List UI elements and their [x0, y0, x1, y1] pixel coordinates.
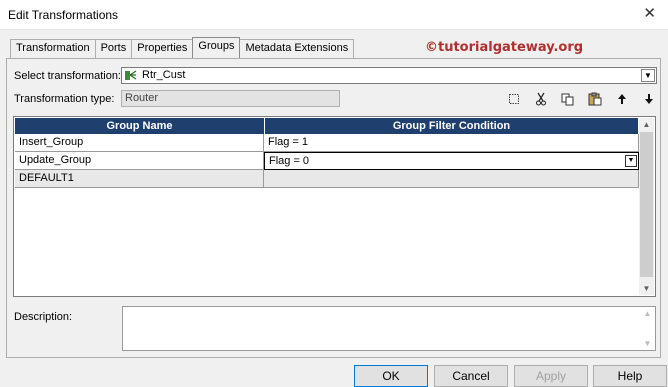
chevron-down-icon[interactable]: ▼	[641, 69, 655, 82]
scroll-up-icon[interactable]: ▲	[639, 118, 654, 131]
grid-scrollbar[interactable]: ▲ ▼	[639, 118, 654, 295]
groups-grid: Group Name Group Filter Condition Insert…	[13, 116, 656, 297]
description-label: Description:	[14, 311, 73, 323]
cancel-button[interactable]: Cancel	[434, 365, 508, 387]
group-name-cell[interactable]: Insert_Group	[15, 134, 264, 152]
table-row[interactable]: DEFAULT1	[15, 170, 639, 188]
group-filter-cell[interactable]: Flag = 0 ▼	[264, 152, 639, 170]
table-row[interactable]: Insert_Group Flag = 1	[15, 134, 639, 152]
scroll-up-icon[interactable]: ▲	[640, 309, 655, 318]
router-icon	[125, 70, 137, 80]
help-button[interactable]: Help	[593, 365, 667, 387]
grid-header: Group Name Group Filter Condition	[15, 118, 639, 134]
group-filter-cell[interactable]: Flag = 1	[264, 134, 639, 152]
transformation-type-label: Transformation type:	[14, 93, 115, 105]
group-filter-cell	[264, 170, 639, 188]
scroll-thumb[interactable]	[640, 132, 653, 277]
scroll-down-icon[interactable]: ▼	[639, 282, 654, 295]
tab-strip: Transformation Ports Properties Groups M…	[10, 37, 355, 58]
title-bar: Edit Transformations ✕	[0, 0, 668, 30]
paste-icon[interactable]	[581, 91, 608, 107]
select-transformation-dropdown[interactable]: Rtr_Cust ▼	[121, 67, 657, 84]
expression-editor-icon[interactable]: ▼	[625, 155, 637, 167]
column-header-group-name[interactable]: Group Name	[15, 118, 265, 134]
tab-ports[interactable]: Ports	[94, 39, 133, 58]
tab-properties[interactable]: Properties	[131, 39, 194, 58]
tab-transformation[interactable]: Transformation	[10, 39, 96, 58]
ok-button[interactable]: OK	[354, 365, 428, 387]
new-icon[interactable]	[500, 91, 527, 107]
move-down-icon[interactable]	[635, 91, 662, 107]
dialog-buttons: OK Cancel Apply Help	[0, 363, 668, 387]
transformation-type-field: Router	[121, 90, 340, 107]
tab-groups[interactable]: Groups	[192, 37, 241, 58]
group-name-cell[interactable]: DEFAULT1	[15, 170, 264, 188]
select-transformation-label: Select transformation:	[14, 70, 121, 82]
tab-metadata-extensions[interactable]: Metadata Extensions	[239, 39, 355, 58]
grid-toolbar	[500, 91, 662, 107]
copy-icon[interactable]	[554, 91, 581, 107]
description-field[interactable]: ▲ ▼	[122, 306, 656, 351]
selected-transformation: Rtr_Cust	[142, 69, 186, 81]
description-scrollbar[interactable]: ▲ ▼	[640, 307, 655, 350]
window-title: Edit Transformations	[8, 8, 119, 22]
group-name-cell[interactable]: Update_Group	[15, 152, 264, 170]
column-header-group-filter-condition[interactable]: Group Filter Condition	[265, 118, 639, 134]
move-up-icon[interactable]	[608, 91, 635, 107]
scroll-down-icon[interactable]: ▼	[640, 339, 655, 348]
cut-icon[interactable]	[527, 91, 554, 107]
apply-button[interactable]: Apply	[514, 365, 588, 387]
group-filter-value: Flag = 0	[269, 155, 310, 167]
table-row[interactable]: Update_Group Flag = 0 ▼	[15, 152, 639, 170]
close-icon[interactable]: ✕	[643, 5, 656, 23]
watermark: ©tutorialgateway.org	[425, 40, 584, 55]
